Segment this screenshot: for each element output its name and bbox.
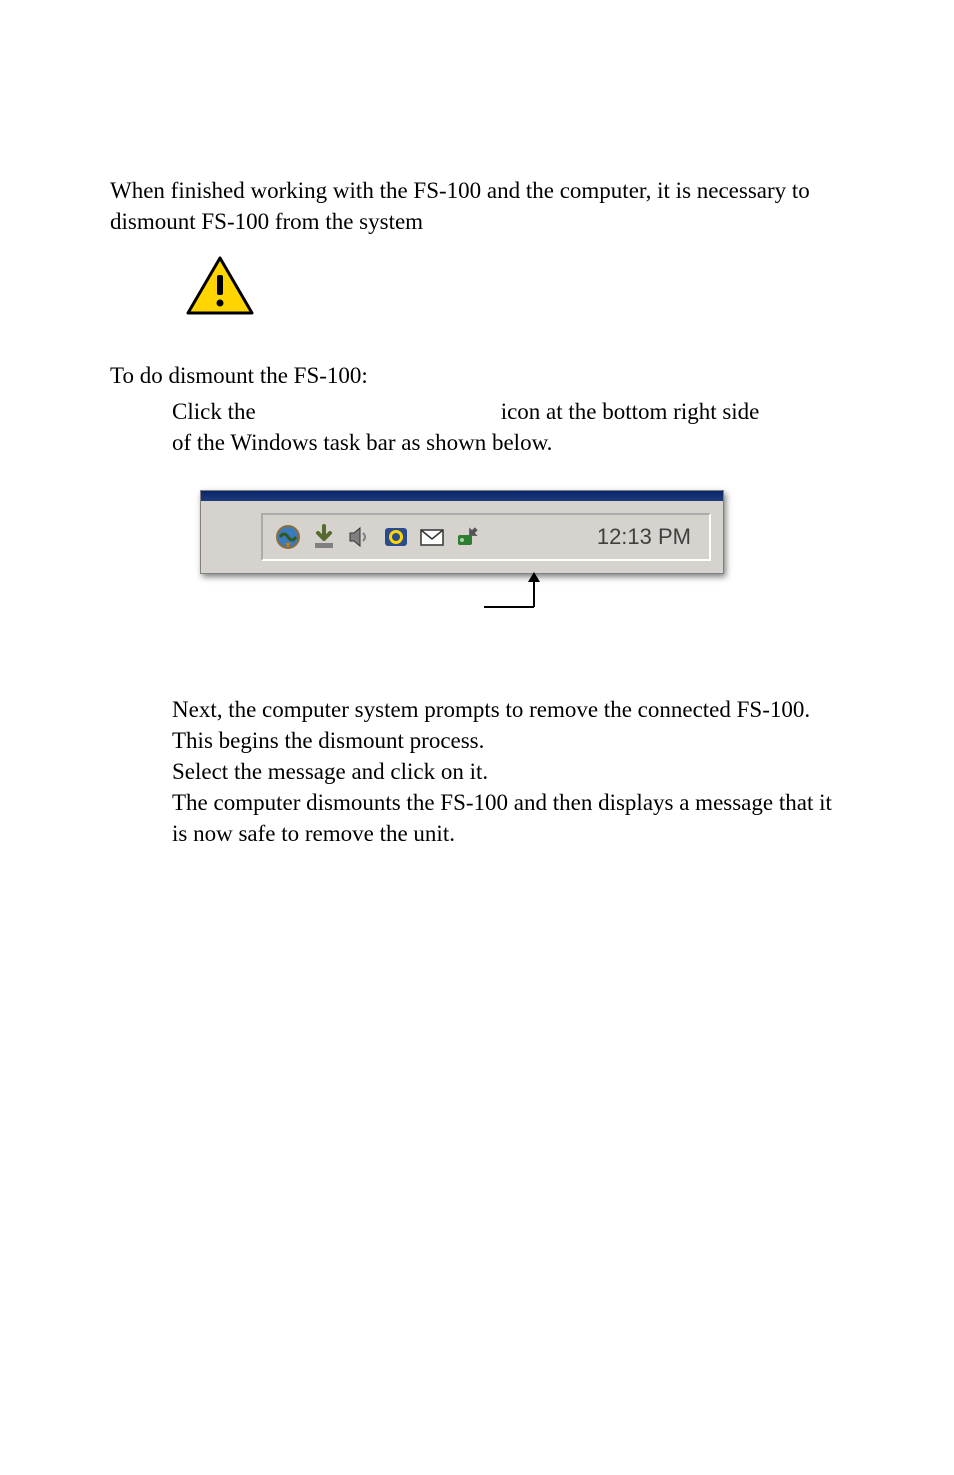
- intro-paragraph: When finished working with the FS-100 an…: [110, 175, 844, 237]
- remaining-steps: Next, the computer system prompts to rem…: [172, 694, 844, 849]
- step1-part3: of the Windows task bar as shown below.: [172, 427, 844, 458]
- taskbar-screenshot: 12:13 PM: [200, 490, 844, 614]
- dismount-heading: To do dismount the FS-100:: [110, 360, 844, 391]
- download-icon[interactable]: [309, 522, 339, 552]
- warning-icon: [185, 255, 255, 325]
- step-1-block: Click the icon at the bottom right side …: [172, 396, 844, 458]
- system-tray: 12:13 PM: [261, 513, 711, 561]
- step1-part1: Click the: [172, 396, 256, 427]
- norton-icon[interactable]: [381, 522, 411, 552]
- warning-box: [185, 255, 844, 325]
- pointer-arrow: [492, 572, 844, 614]
- safely-remove-hardware-icon[interactable]: [453, 522, 483, 552]
- step1-part2: icon at the bottom right side: [501, 396, 760, 427]
- globe-update-icon[interactable]: [273, 522, 303, 552]
- step4-text: The computer dismounts the FS-100 and th…: [172, 787, 844, 849]
- step3-text: Select the message and click on it.: [172, 756, 844, 787]
- taskbar-clock: 12:13 PM: [597, 522, 699, 552]
- mail-icon[interactable]: [417, 522, 447, 552]
- step2-text: Next, the computer system prompts to rem…: [172, 694, 844, 756]
- speaker-icon[interactable]: [345, 522, 375, 552]
